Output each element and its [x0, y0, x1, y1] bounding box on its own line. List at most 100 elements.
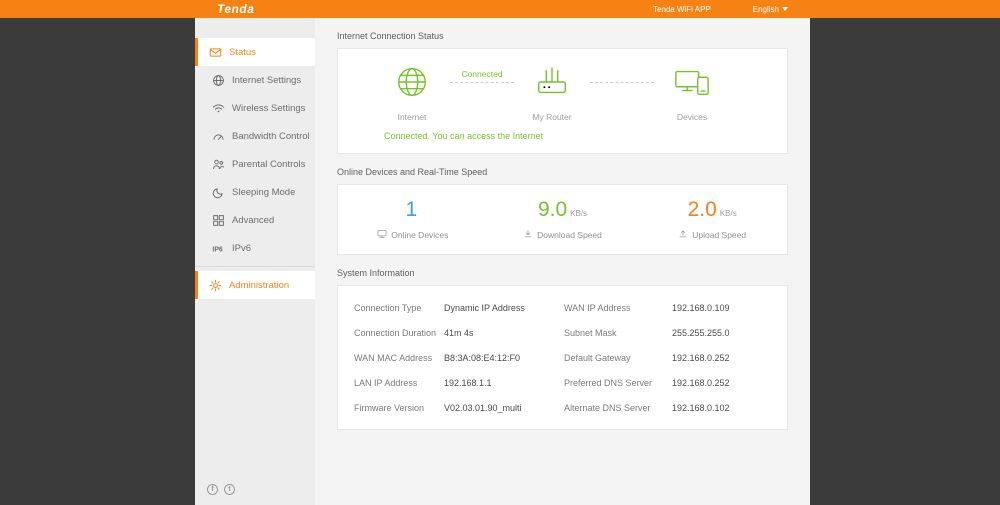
- field-label: Firmware Version: [354, 402, 425, 413]
- moon-icon: [212, 186, 225, 199]
- field-label: Preferred DNS Server: [564, 377, 653, 388]
- sidebar-item-label: IPv6: [232, 242, 252, 254]
- upload-icon: [678, 229, 688, 241]
- upload-speed-unit: KB/s: [719, 209, 737, 218]
- devices-node: Devices: [654, 63, 730, 122]
- field-value: B8:3A:08:E4:12:F0: [444, 352, 521, 363]
- speedometer-icon: [212, 130, 225, 143]
- tenda-logo[interactable]: Tenda: [217, 2, 254, 16]
- speed-section: Online Devices and Real-Time Speed 1 Onl…: [337, 167, 788, 255]
- internet-globe-icon: [393, 63, 431, 106]
- chevron-down-icon: [782, 7, 788, 11]
- field-label: Alternate DNS Server: [564, 402, 651, 413]
- sidebar-nav: Status Internet Settings Wireless Settin…: [195, 18, 315, 484]
- gear-icon: [209, 279, 222, 292]
- language-selector[interactable]: English: [753, 5, 788, 14]
- field-value: Dynamic IP Address: [444, 302, 525, 313]
- table-row: WAN MAC Address B8:3A:08:E4:12:F0 Defaul…: [354, 345, 771, 370]
- download-speed-value: 9.0: [537, 198, 568, 221]
- social-links: f t: [195, 484, 315, 505]
- speed-card: 1 Online Devices 9.0 KB/s Download Speed…: [337, 184, 788, 255]
- dashed-line: [450, 82, 514, 83]
- svg-text:IP6: IP6: [212, 246, 223, 253]
- system-info-section: System Information Connection Type Dynam…: [337, 268, 788, 430]
- field-value: V02.03.01.90_multi: [444, 402, 522, 413]
- sidebar-item-label: Administration: [229, 279, 290, 291]
- download-speed-stat: 9.0 KB/s Download Speed: [488, 199, 638, 241]
- sidebar-item-wireless-settings[interactable]: Wireless Settings: [195, 94, 315, 122]
- online-devices-label: Online Devices: [391, 230, 449, 240]
- content-area: Status Internet Settings Wireless Settin…: [195, 18, 810, 505]
- router-icon: [533, 63, 571, 106]
- connected-link-label: Connected: [461, 69, 503, 79]
- sidebar: Status Internet Settings Wireless Settin…: [195, 18, 315, 505]
- sidebar-item-label: Internet Settings: [232, 74, 302, 86]
- wifi-icon: [212, 102, 225, 115]
- wifi-app-link[interactable]: Tenda WiFi APP: [653, 5, 711, 14]
- devices-icon: [673, 63, 711, 106]
- router-label: My Router: [532, 112, 572, 122]
- sidebar-item-ipv6[interactable]: IP6 IPv6: [195, 234, 315, 262]
- people-icon: [212, 158, 225, 171]
- internet-node: Internet: [374, 63, 450, 122]
- field-label: LAN IP Address: [354, 377, 418, 388]
- field-label: WAN MAC Address: [354, 352, 433, 363]
- system-info-card: Connection Type Dynamic IP Address WAN I…: [337, 285, 788, 430]
- field-value: 41m 4s: [444, 327, 474, 338]
- devices-label: Devices: [676, 112, 708, 122]
- sidebar-item-advanced[interactable]: Advanced: [195, 206, 315, 234]
- sidebar-item-label: Wireless Settings: [232, 102, 306, 114]
- download-icon: [523, 229, 533, 241]
- router-devices-link: [590, 82, 654, 83]
- internet-router-link: Connected: [450, 69, 514, 83]
- download-speed-label: Download Speed: [537, 230, 602, 240]
- sidebar-item-internet-settings[interactable]: Internet Settings: [195, 66, 315, 94]
- field-label: Connection Type: [354, 302, 422, 313]
- sidebar-item-label: Sleeping Mode: [232, 186, 296, 198]
- monitor-icon: [377, 229, 387, 241]
- field-value: 192.168.0.102: [672, 402, 730, 413]
- connection-status-card: Internet Connected My Router Devices Con…: [337, 48, 788, 154]
- grid-icon: [212, 214, 225, 227]
- table-row: Connection Duration 41m 4s Subnet Mask 2…: [354, 320, 771, 345]
- field-label: Subnet Mask: [564, 327, 617, 338]
- sidebar-item-sleeping-mode[interactable]: Sleeping Mode: [195, 178, 315, 206]
- ipv6-icon: IP6: [212, 242, 225, 255]
- twitter-icon[interactable]: t: [224, 484, 235, 495]
- sidebar-item-bandwidth-control[interactable]: Bandwidth Control: [195, 122, 315, 150]
- upload-speed-value: 2.0: [687, 198, 717, 221]
- field-value: 192.168.1.1: [444, 377, 492, 388]
- status-icon: [209, 46, 222, 59]
- field-value: 192.168.0.252: [672, 352, 730, 363]
- sidebar-item-status[interactable]: Status: [195, 38, 315, 66]
- sidebar-item-label: Bandwidth Control: [232, 130, 310, 142]
- sidebar-item-label: Parental Controls: [232, 158, 306, 170]
- topbar: Tenda Tenda WiFi APP English: [0, 0, 1000, 18]
- router-node: My Router: [514, 63, 590, 122]
- connection-status-text: Connected. You can access the Internet: [384, 131, 544, 141]
- facebook-icon[interactable]: f: [207, 484, 218, 495]
- sidebar-item-label: Advanced: [232, 214, 275, 226]
- field-label: Connection Duration: [354, 327, 437, 338]
- main-panel: Internet Connection Status Internet Conn…: [315, 18, 810, 505]
- online-devices-value: 1: [405, 198, 418, 221]
- table-row: LAN IP Address 192.168.1.1 Preferred DNS…: [354, 370, 771, 395]
- section-title: Internet Connection Status: [337, 31, 444, 41]
- language-label: English: [752, 4, 779, 14]
- upload-speed-stat: 2.0 KB/s Upload Speed: [637, 199, 787, 241]
- connection-diagram: Internet Connected My Router Devices: [338, 49, 787, 122]
- table-row: Firmware Version V02.03.01.90_multi Alte…: [354, 395, 771, 420]
- connection-status-section: Internet Connection Status Internet Conn…: [337, 31, 788, 154]
- globe-icon: [212, 74, 225, 87]
- field-value: 192.168.0.109: [672, 302, 730, 313]
- section-title: Online Devices and Real-Time Speed: [337, 167, 488, 177]
- sidebar-item-label: Status: [229, 46, 256, 58]
- field-label: WAN IP Address: [564, 302, 631, 313]
- field-value: 255.255.255.0: [672, 327, 730, 338]
- field-value: 192.168.0.252: [672, 377, 730, 388]
- sidebar-item-administration[interactable]: Administration: [195, 271, 315, 299]
- upload-speed-label: Upload Speed: [692, 230, 747, 240]
- field-label: Default Gateway: [564, 352, 631, 363]
- table-row: Connection Type Dynamic IP Address WAN I…: [354, 295, 771, 320]
- sidebar-item-parental-controls[interactable]: Parental Controls: [195, 150, 315, 178]
